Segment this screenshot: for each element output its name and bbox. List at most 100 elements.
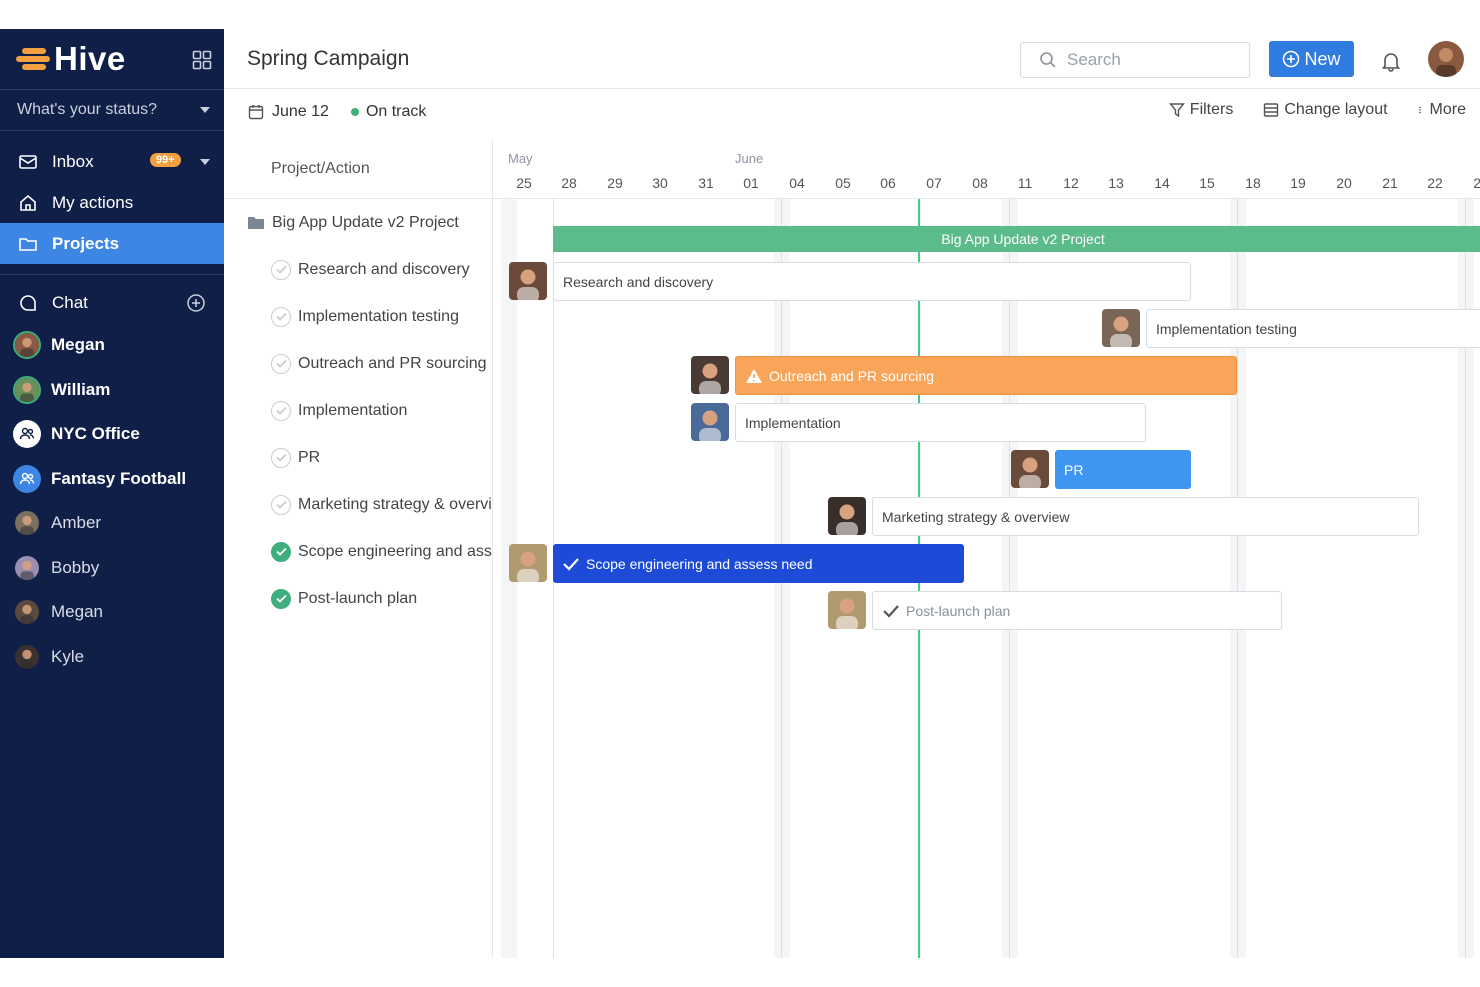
bar-label: Post-launch plan xyxy=(906,602,1011,619)
assignee-avatar[interactable] xyxy=(691,356,729,394)
sidebar-item-chat[interactable]: Chat xyxy=(0,283,224,323)
contact-name: NYC Office xyxy=(51,424,140,444)
inbox-icon xyxy=(19,154,37,169)
list-item[interactable]: Research and discovery xyxy=(224,246,492,293)
assignee-avatar[interactable] xyxy=(509,262,547,300)
status-selector[interactable]: What's your status? xyxy=(0,89,224,131)
list-item[interactable]: Implementation testing xyxy=(224,293,492,340)
bar-label: Implementation testing xyxy=(1156,320,1297,337)
avatar xyxy=(13,375,41,404)
apps-grid-icon[interactable] xyxy=(192,50,212,70)
task-bar[interactable]: Research and discovery xyxy=(553,262,1191,301)
warning-icon xyxy=(746,368,762,383)
new-button[interactable]: New xyxy=(1269,41,1354,77)
assignee-avatar[interactable] xyxy=(1011,450,1049,488)
change-layout-button[interactable]: Change layout xyxy=(1263,101,1388,119)
contact-item[interactable]: NYC Office xyxy=(0,412,224,457)
list-item[interactable]: Outreach and PR sourcing xyxy=(224,340,492,387)
contact-item[interactable]: Bobby xyxy=(0,546,224,591)
task-bar[interactable]: Implementation testing xyxy=(1146,309,1480,348)
task-name: Implementation testing xyxy=(298,307,459,325)
bar-label: Marketing strategy & overview xyxy=(882,508,1070,525)
page-title: Spring Campaign xyxy=(247,46,410,70)
list-item[interactable]: Implementation xyxy=(224,387,492,434)
search-input[interactable]: Search xyxy=(1020,42,1250,78)
due-date-label: June 12 xyxy=(272,102,329,120)
list-item-project[interactable]: Big App Update v2 Project xyxy=(224,199,492,246)
task-name: Research and discovery xyxy=(298,260,470,278)
project-name: Big App Update v2 Project xyxy=(272,213,459,231)
weekend-stripe xyxy=(1230,139,1246,958)
checked-icon[interactable] xyxy=(271,541,291,562)
list-item[interactable]: Marketing strategy & overview xyxy=(224,481,492,528)
unchecked-icon[interactable] xyxy=(271,447,291,468)
due-date[interactable]: June 12 xyxy=(248,103,329,121)
group-icon xyxy=(13,464,41,493)
contact-name: William xyxy=(51,379,111,399)
filters-label: Filters xyxy=(1189,101,1234,118)
task-bar[interactable]: Implementation xyxy=(735,403,1146,442)
filter-icon xyxy=(1168,103,1185,118)
day-label: 04 xyxy=(789,175,805,191)
notifications-button[interactable] xyxy=(1371,43,1411,79)
sidebar-item-projects[interactable]: Projects xyxy=(0,223,224,264)
contact-item[interactable]: Kyle xyxy=(0,635,224,680)
contact-item[interactable]: Megan xyxy=(0,323,224,368)
month-label: June xyxy=(735,151,764,166)
chat-label: Chat xyxy=(52,293,88,312)
avatar xyxy=(13,554,41,582)
list-item[interactable]: Post-launch plan xyxy=(224,575,492,622)
assignee-avatar[interactable] xyxy=(828,497,866,535)
sidebar-item-inbox[interactable]: Inbox 99+ xyxy=(0,141,224,182)
task-bar[interactable]: Post-launch plan xyxy=(872,591,1282,630)
more-button[interactable]: More xyxy=(1418,101,1466,119)
timeline-header: May June 25 28 29 30 31 01 04 05 06 07 08 11 12 13 14 15 1… xyxy=(493,139,1480,199)
assignee-avatar[interactable] xyxy=(1102,309,1140,347)
unchecked-icon[interactable] xyxy=(271,353,291,374)
unchecked-icon[interactable] xyxy=(271,494,291,515)
sidebar: Hive What's your status? Inbox 99+ My ac… xyxy=(0,29,224,958)
assignee-avatar[interactable] xyxy=(509,544,547,582)
project-status[interactable]: On track xyxy=(350,103,426,121)
list-item[interactable]: Scope engineering and assess need xyxy=(224,528,492,575)
bar-label: Scope engineering and assess need xyxy=(586,555,813,572)
contact-item[interactable]: William xyxy=(0,368,224,413)
main-panel: Spring Campaign Search New June 12 On tr… xyxy=(224,29,1480,958)
task-bar[interactable]: Marketing strategy & overview xyxy=(872,497,1419,536)
project-bar[interactable]: Big App Update v2 Project xyxy=(553,226,1480,252)
contact-name: Kyle xyxy=(51,646,85,666)
day-label: 31 xyxy=(698,175,714,191)
day-label: 30 xyxy=(652,175,668,191)
task-name: PR xyxy=(298,448,321,466)
contact-name: Amber xyxy=(51,513,102,533)
task-bar[interactable]: PR xyxy=(1055,450,1191,489)
user-avatar[interactable] xyxy=(1428,41,1464,77)
sidebar-divider xyxy=(0,274,224,275)
add-chat-icon[interactable] xyxy=(186,293,206,313)
assignee-avatar[interactable] xyxy=(691,403,729,441)
unchecked-icon[interactable] xyxy=(271,400,291,421)
check-icon xyxy=(563,557,579,571)
checked-icon[interactable] xyxy=(271,588,291,609)
unchecked-icon[interactable] xyxy=(271,259,291,280)
chevron-down-icon[interactable] xyxy=(200,159,210,165)
unchecked-icon[interactable] xyxy=(271,306,291,327)
list-column-header: Project/Action xyxy=(224,139,492,199)
task-name: Post-launch plan xyxy=(298,589,418,607)
contact-item[interactable]: Megan xyxy=(0,590,224,635)
sidebar-item-my-actions[interactable]: My actions xyxy=(0,182,224,223)
task-bar[interactable]: Outreach and PR sourcing xyxy=(735,356,1237,395)
action-list: Big App Update v2 Project Research and di… xyxy=(224,199,492,622)
assignee-avatar[interactable] xyxy=(828,591,866,629)
contact-item[interactable]: Amber xyxy=(0,501,224,546)
contact-item[interactable]: Fantasy Football xyxy=(0,457,224,502)
brand[interactable]: Hive xyxy=(0,29,224,89)
filters-button[interactable]: Filters xyxy=(1168,101,1234,119)
avatar xyxy=(13,643,41,671)
list-item[interactable]: PR xyxy=(224,434,492,481)
contact-name: Bobby xyxy=(51,557,100,577)
more-vertical-icon xyxy=(1418,106,1421,114)
folder-icon xyxy=(248,216,264,229)
bell-icon xyxy=(1381,53,1401,72)
task-bar[interactable]: Scope engineering and assess need xyxy=(553,544,964,583)
